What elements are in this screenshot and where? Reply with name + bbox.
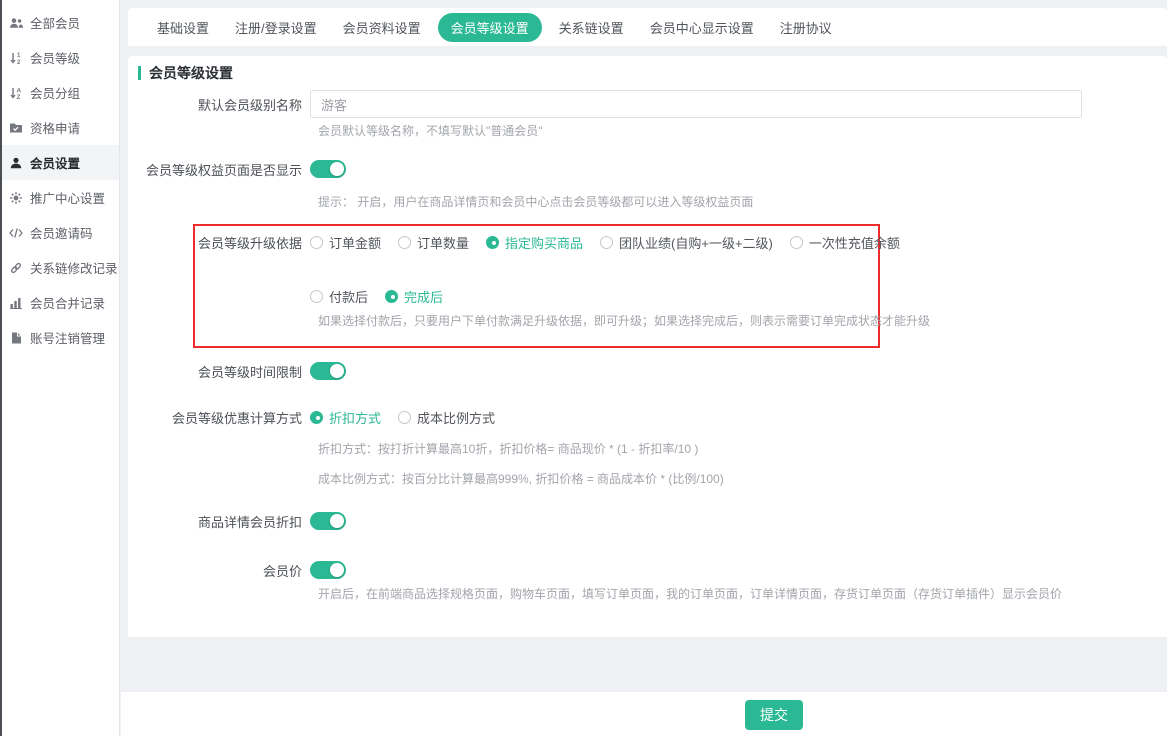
radio-circle-icon: [790, 236, 803, 249]
member-price-toggle[interactable]: [310, 561, 346, 579]
upgrade-basis-hint: 如果选择付款后，只要用户下单付款满足升级依据，即可升级；如果选择完成后，则表示需…: [318, 312, 930, 329]
tab-register-login-settings[interactable]: 注册/登录设置: [226, 13, 326, 42]
link-icon: [9, 261, 23, 275]
rights-page-visible-label: 会员等级权益页面是否显示: [128, 160, 310, 179]
svg-text:2: 2: [17, 60, 21, 65]
radio-circle-icon: [310, 236, 323, 249]
rights-page-visible-toggle[interactable]: [310, 160, 346, 178]
file-icon: [9, 331, 23, 345]
sidebar-item-label: 关系链修改记录: [30, 258, 118, 277]
sidebar-item-label: 会员邀请码: [30, 223, 93, 242]
detail-discount-toggle[interactable]: [310, 512, 346, 530]
radio-specified-goods[interactable]: 指定购买商品: [486, 233, 583, 252]
settings-tabbar: 基础设置 注册/登录设置 会员资料设置 会员等级设置 关系链设置 会员中心显示设…: [128, 8, 1167, 46]
radio-after-completion[interactable]: 完成后: [385, 287, 443, 306]
time-limit-label: 会员等级时间限制: [128, 362, 310, 381]
discount-method-hint1: 折扣方式：按打折计算最高10折，折扣价格= 商品现价 * (1 - 折扣率/10…: [318, 440, 698, 457]
member-level-settings-panel: 会员等级设置 默认会员级别名称 会员默认等级名称，不填写默认"普通会员" 会员等…: [128, 56, 1167, 637]
sidebar: 全部会员 12 会员等级 AZ 会员分组 资格申请 会员设置 推广中心设置 会员…: [0, 0, 120, 736]
sidebar-item-account-cancellation[interactable]: 账号注销管理: [0, 320, 119, 355]
discount-method-hint2: 成本比例方式：按百分比计算最高999%, 折扣价格 = 商品成本价 * (比例/…: [318, 470, 724, 487]
radio-cost-ratio-method[interactable]: 成本比例方式: [398, 408, 495, 427]
sidebar-item-relation-chain-log[interactable]: 关系链修改记录: [0, 250, 119, 285]
section-header: 会员等级设置: [138, 63, 233, 83]
sidebar-item-all-members[interactable]: 全部会员: [0, 5, 119, 40]
default-level-name-label: 默认会员级别名称: [128, 95, 310, 114]
radio-circle-icon: [310, 290, 323, 303]
radio-team-performance[interactable]: 团队业绩(自购+一级+二级): [600, 233, 773, 252]
upgrade-basis-label: 会员等级升级依据: [128, 233, 310, 252]
submit-button[interactable]: 提交: [745, 700, 803, 730]
radio-circle-icon: [398, 411, 411, 424]
svg-text:1: 1: [17, 53, 21, 59]
tab-basic-settings[interactable]: 基础设置: [148, 13, 218, 42]
section-accent-bar: [138, 66, 141, 80]
sidebar-item-invite-code[interactable]: 会员邀请码: [0, 215, 119, 250]
tab-member-profile-settings[interactable]: 会员资料设置: [334, 13, 430, 42]
tab-register-agreement[interactable]: 注册协议: [771, 13, 841, 42]
member-price-hint: 开启后，在前端商品选择规格页面，购物车页面，填写订单页面，我的订单页面，订单详情…: [318, 585, 1062, 602]
radio-circle-icon: [385, 290, 398, 303]
sidebar-item-label: 资格申请: [30, 118, 80, 137]
radio-circle-icon: [600, 236, 613, 249]
radio-after-payment[interactable]: 付款后: [310, 287, 368, 306]
radio-discount-method[interactable]: 折扣方式: [310, 408, 381, 427]
window-edge: [0, 0, 2, 736]
folder-check-icon: [9, 121, 23, 135]
bar-chart-icon: [9, 296, 23, 310]
sidebar-item-member-settings[interactable]: 会员设置: [0, 145, 119, 180]
sidebar-item-label: 账号注销管理: [30, 328, 105, 347]
svg-text:Z: Z: [17, 94, 21, 100]
sidebar-item-member-group[interactable]: AZ 会员分组: [0, 75, 119, 110]
tab-relation-chain-settings[interactable]: 关系链设置: [550, 13, 633, 42]
sidebar-item-label: 会员合并记录: [30, 293, 105, 312]
radio-circle-icon: [310, 411, 323, 424]
sidebar-item-merge-log[interactable]: 会员合并记录: [0, 285, 119, 320]
radio-order-amount[interactable]: 订单金额: [310, 233, 381, 252]
rights-page-visible-hint: 提示： 开启，用户在商品详情页和会员中心点击会员等级都可以进入等级权益页面: [318, 193, 753, 210]
sidebar-item-promotion-center[interactable]: 推广中心设置: [0, 180, 119, 215]
member-price-label: 会员价: [128, 561, 310, 580]
sidebar-item-label: 推广中心设置: [30, 188, 105, 207]
footer-bar: 提交: [121, 692, 1167, 736]
sidebar-item-qualification[interactable]: 资格申请: [0, 110, 119, 145]
radio-circle-icon: [486, 236, 499, 249]
detail-discount-label: 商品详情会员折扣: [128, 512, 310, 531]
radio-order-count[interactable]: 订单数量: [398, 233, 469, 252]
radio-one-time-recharge[interactable]: 一次性充值余额: [790, 233, 900, 252]
sort-alpha-icon: AZ: [9, 86, 23, 100]
gear-icon: [9, 191, 23, 205]
tab-member-level-settings[interactable]: 会员等级设置: [438, 13, 542, 42]
default-level-name-input[interactable]: [310, 90, 1082, 118]
sidebar-item-member-level[interactable]: 12 会员等级: [0, 40, 119, 75]
sidebar-item-label: 全部会员: [30, 13, 80, 32]
users-icon: [9, 16, 23, 30]
sidebar-item-label: 会员设置: [30, 153, 80, 172]
tab-member-center-display[interactable]: 会员中心显示设置: [641, 13, 763, 42]
radio-circle-icon: [398, 236, 411, 249]
sidebar-item-label: 会员分组: [30, 83, 80, 102]
user-icon: [9, 156, 23, 170]
time-limit-toggle[interactable]: [310, 362, 346, 380]
code-icon: [9, 226, 23, 240]
discount-method-label: 会员等级优惠计算方式: [128, 408, 310, 427]
default-level-name-hint: 会员默认等级名称，不填写默认"普通会员": [318, 122, 543, 139]
section-title: 会员等级设置: [149, 63, 233, 83]
sidebar-item-label: 会员等级: [30, 48, 80, 67]
sort-numeric-icon: 12: [9, 51, 23, 65]
